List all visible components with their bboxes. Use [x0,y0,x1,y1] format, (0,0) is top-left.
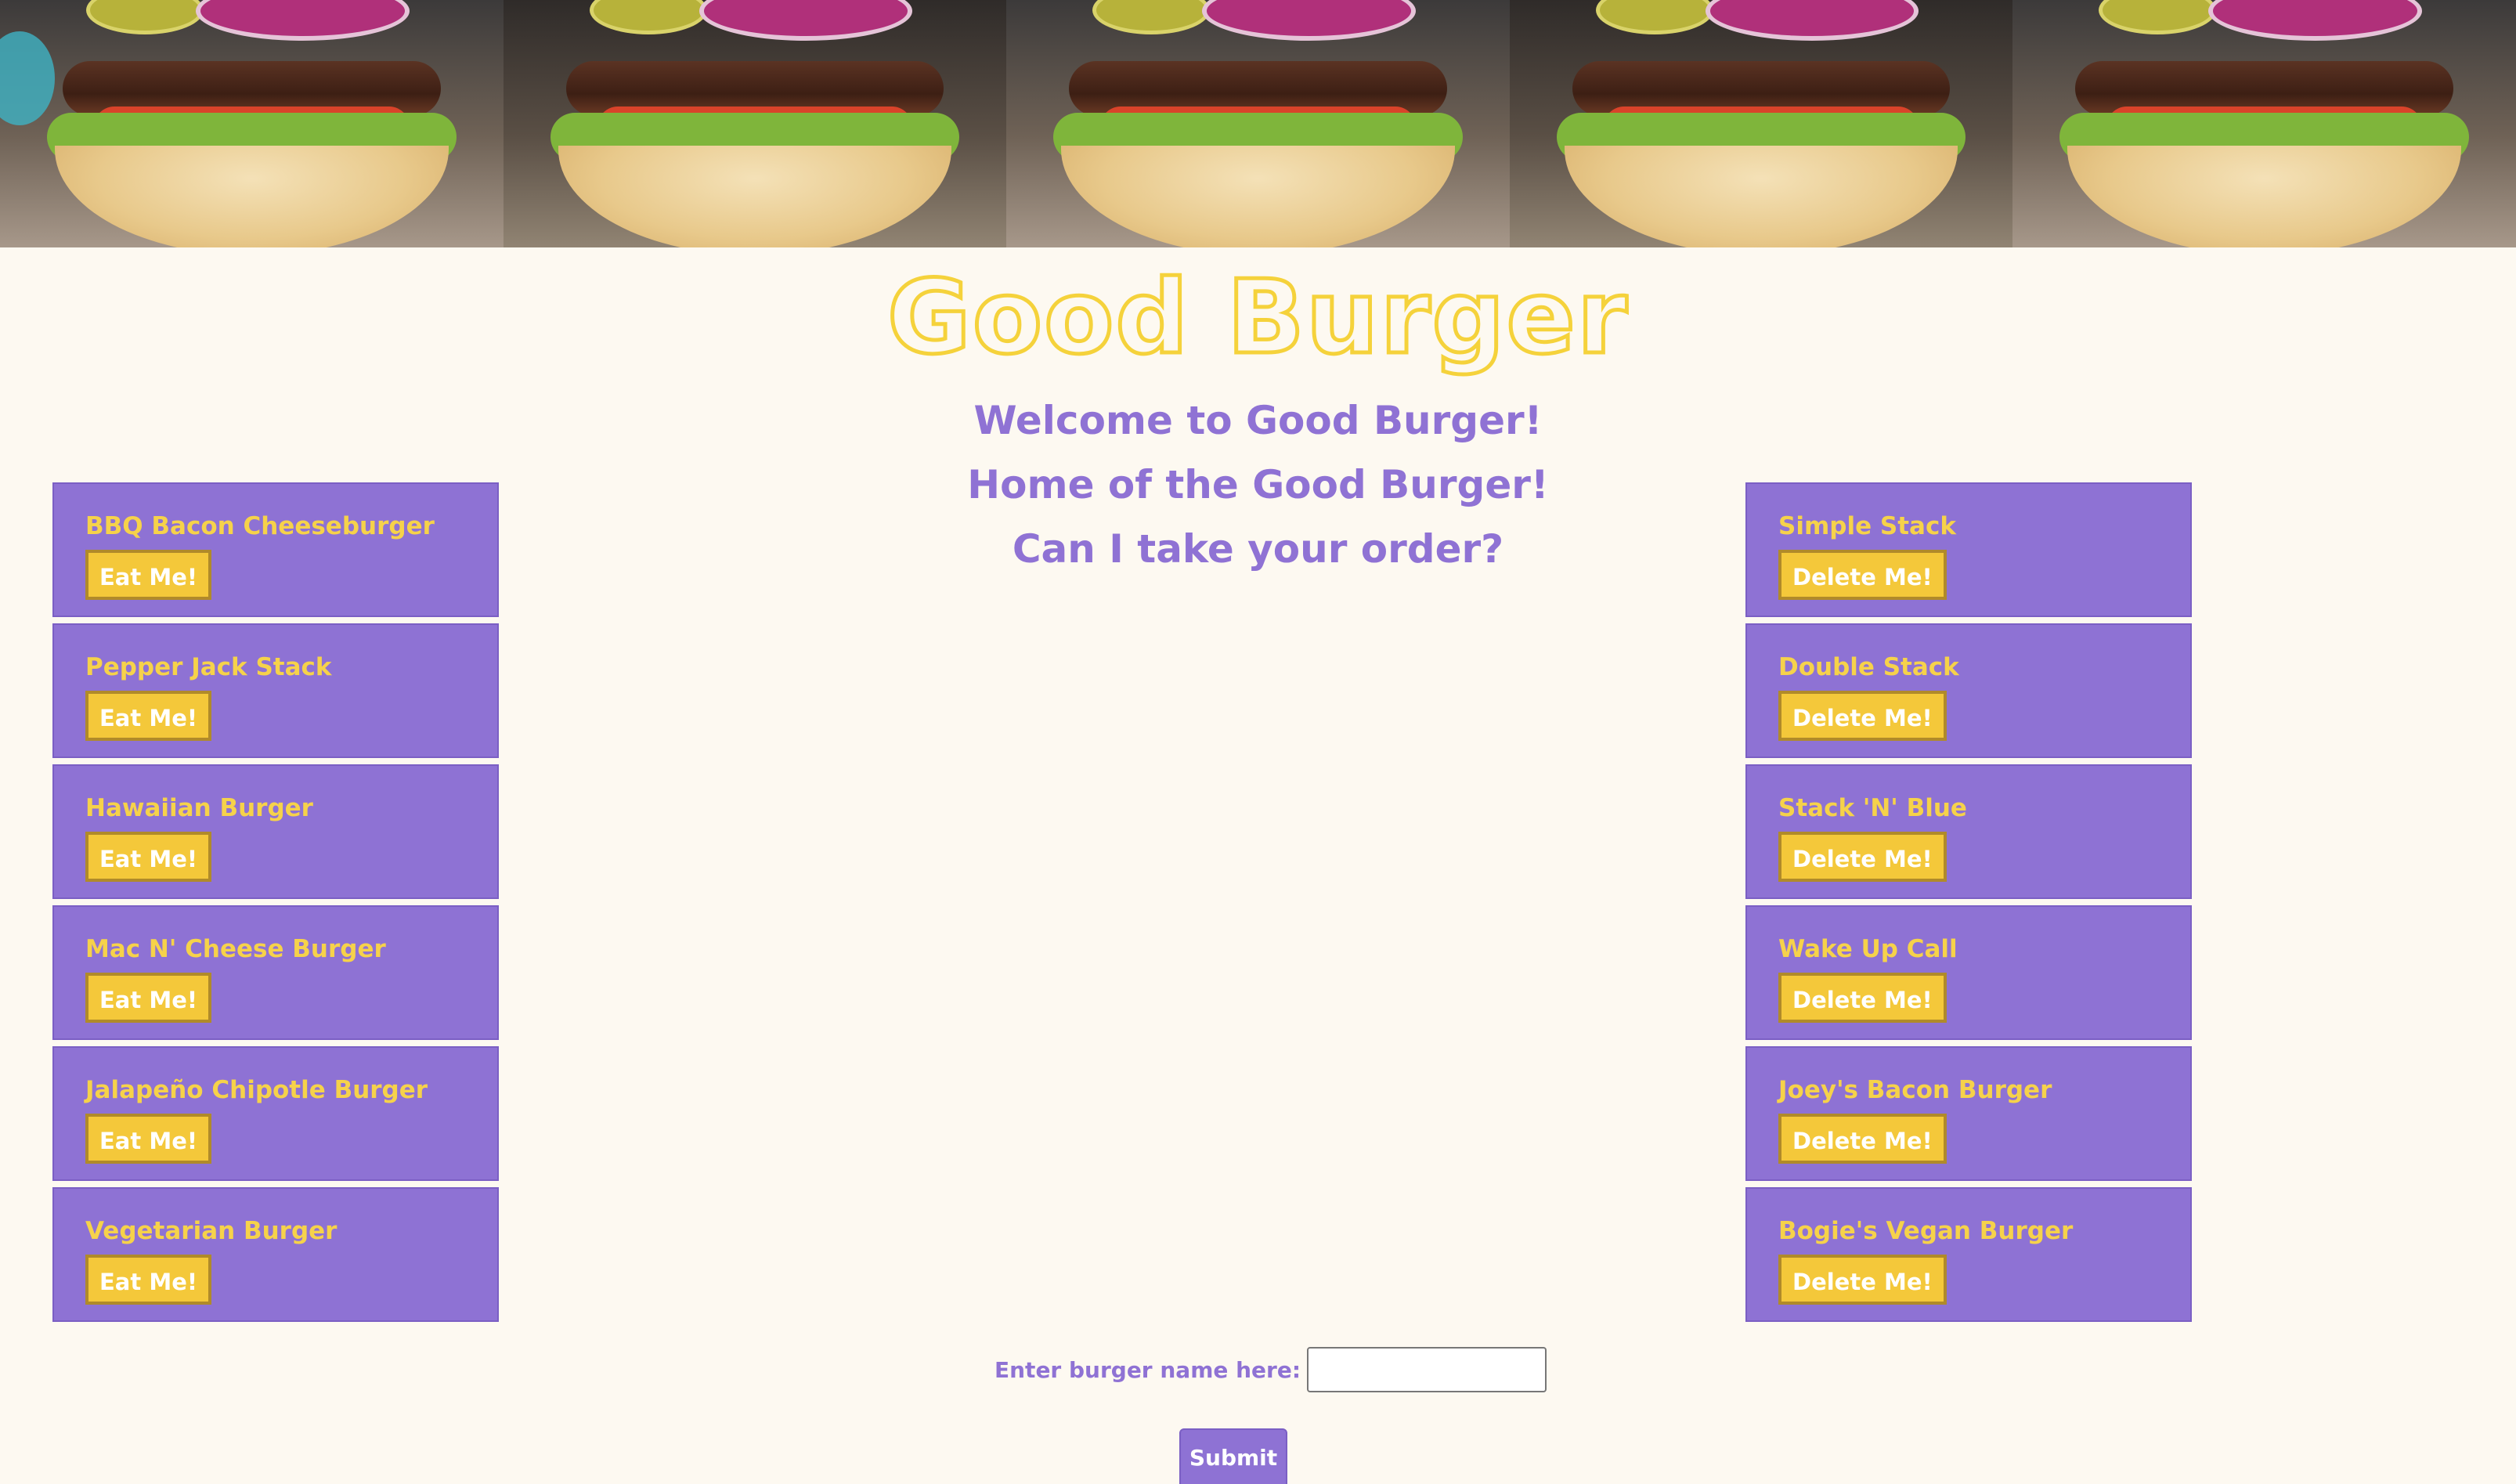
page-title: Good Burger [886,256,1630,379]
burger-card: Hawaiian Burger Eat Me! [52,764,499,899]
burger-form: Enter burger name here: [994,1347,1547,1392]
burger-banner-image [0,0,2516,247]
burger-list-eaten: Simple Stack Delete Me! Double Stack Del… [1745,482,2192,1328]
burger-name: Vegetarian Burger [85,1217,338,1245]
burger-card: Wake Up Call Delete Me! [1745,905,2192,1040]
eat-me-button[interactable]: Eat Me! [85,1255,212,1305]
burger-image-tile [1509,0,2013,247]
burger-name: Mac N' Cheese Burger [85,935,386,963]
burger-name: Pepper Jack Stack [85,653,332,681]
burger-name: Stack 'N' Blue [1778,794,1967,822]
burger-image-tile [1006,0,1510,247]
burger-image-tile [0,0,504,247]
eat-me-button[interactable]: Eat Me! [85,973,212,1023]
eat-me-button[interactable]: Eat Me! [85,1114,212,1164]
eat-me-button[interactable]: Eat Me! [85,832,212,882]
welcome-line: Welcome to Good Burger! [973,398,1543,443]
burger-card: Jalapeño Chipotle Burger Eat Me! [52,1046,499,1181]
delete-me-button[interactable]: Delete Me! [1778,832,1947,882]
burger-name-label: Enter burger name here: [994,1356,1301,1383]
page: Good Burger Welcome to Good Burger! Home… [0,0,2516,1484]
burger-card: Mac N' Cheese Burger Eat Me! [52,905,499,1040]
burger-name-input[interactable] [1307,1347,1547,1392]
eat-me-button[interactable]: Eat Me! [85,550,212,600]
burger-image-tile [2012,0,2516,247]
burger-card: BBQ Bacon Cheeseburger Eat Me! [52,482,499,617]
burger-card: Bogie's Vegan Burger Delete Me! [1745,1187,2192,1322]
burger-name: Jalapeño Chipotle Burger [85,1076,428,1104]
delete-me-button[interactable]: Delete Me! [1778,550,1947,600]
burger-list-uneaten: BBQ Bacon Cheeseburger Eat Me! Pepper Ja… [52,482,499,1328]
burger-name: Wake Up Call [1778,935,1958,963]
delete-me-button[interactable]: Delete Me! [1778,1255,1947,1305]
delete-me-button[interactable]: Delete Me! [1778,973,1947,1023]
burger-name: Double Stack [1778,653,1959,681]
burger-card: Vegetarian Burger Eat Me! [52,1187,499,1322]
burger-image-tile [503,0,1007,247]
burger-name: Simple Stack [1778,512,1956,540]
delete-me-button[interactable]: Delete Me! [1778,1114,1947,1164]
burger-name: BBQ Bacon Cheeseburger [85,512,435,540]
burger-card: Stack 'N' Blue Delete Me! [1745,764,2192,899]
delete-me-button[interactable]: Delete Me! [1778,691,1947,741]
burger-name: Hawaiian Burger [85,794,313,822]
burger-card: Double Stack Delete Me! [1745,623,2192,758]
burger-card: Joey's Bacon Burger Delete Me! [1745,1046,2192,1181]
burger-card: Pepper Jack Stack Eat Me! [52,623,499,758]
burger-name: Bogie's Vegan Burger [1778,1217,2074,1245]
burger-name: Joey's Bacon Burger [1778,1076,2052,1104]
submit-button[interactable]: Submit [1179,1428,1287,1484]
eat-me-button[interactable]: Eat Me! [85,691,212,741]
burger-card: Simple Stack Delete Me! [1745,482,2192,617]
